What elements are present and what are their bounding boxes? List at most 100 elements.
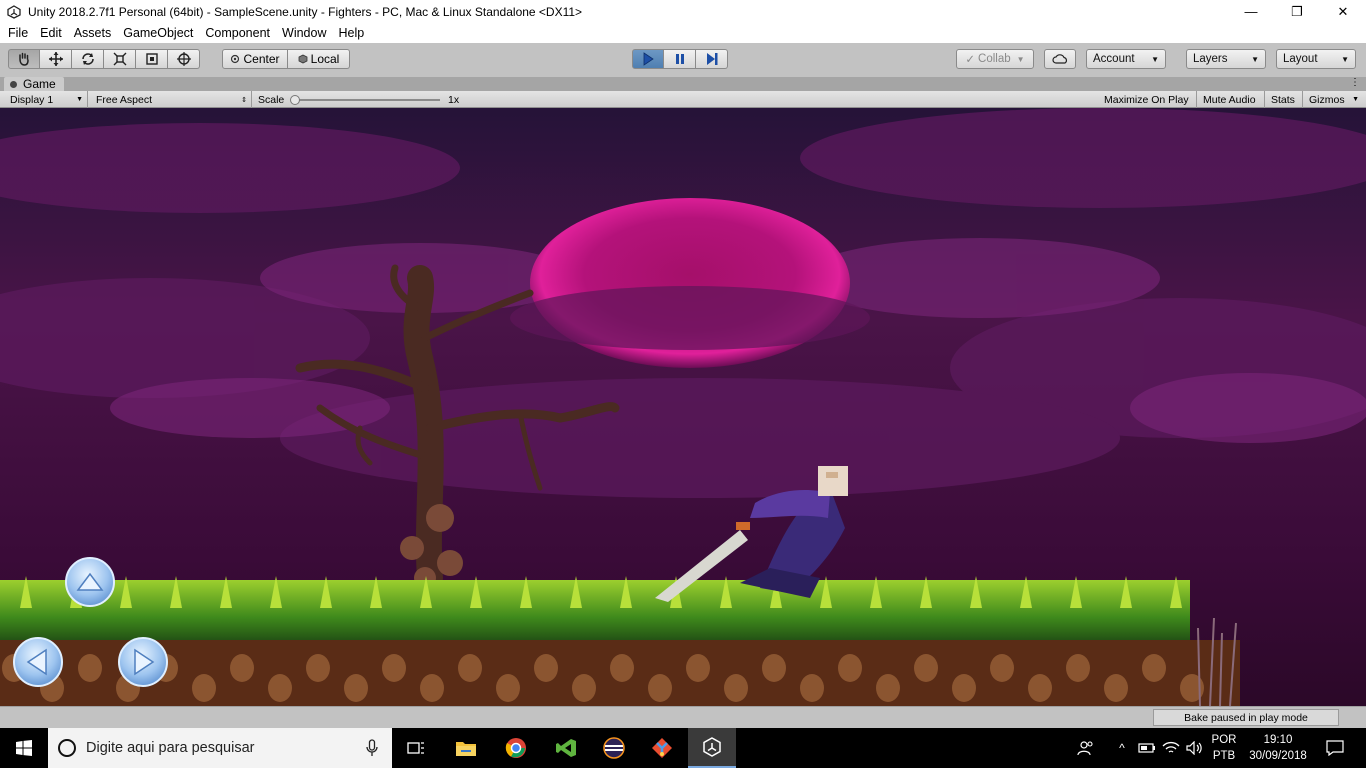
dirt-skull — [192, 674, 216, 702]
mute-audio-toggle[interactable]: Mute Audio — [1197, 91, 1265, 108]
play-controls — [632, 49, 728, 69]
task-view-icon — [407, 742, 424, 754]
visual-studio-button[interactable] — [542, 728, 590, 768]
dirt-skull — [1066, 654, 1090, 682]
menu-window[interactable]: Window — [276, 26, 332, 40]
network-button[interactable] — [1160, 728, 1182, 768]
menu-bar: File Edit Assets GameObject Component Wi… — [0, 23, 1366, 43]
menu-edit[interactable]: Edit — [34, 26, 68, 40]
game-viewport[interactable] — [0, 108, 1366, 706]
dirt-skull — [420, 674, 444, 702]
layout-dropdown[interactable]: Layout ▼ — [1276, 49, 1356, 69]
taskbar-search[interactable]: Digite aqui para pesquisar — [48, 728, 392, 768]
pivot-center-button[interactable]: Center — [222, 49, 288, 69]
menu-component[interactable]: Component — [199, 26, 276, 40]
display-chevron-icon: ▼ — [76, 96, 83, 103]
people-icon — [1077, 741, 1093, 756]
task-view-button[interactable] — [392, 728, 440, 768]
system-clock[interactable]: 19:10 30/09/2018 — [1244, 732, 1312, 766]
wifi-icon — [1162, 741, 1180, 753]
git-icon — [652, 738, 672, 758]
battery-button[interactable] — [1136, 728, 1158, 768]
gizmos-toggle[interactable]: Gizmos ▼ — [1303, 91, 1363, 108]
scale-slider-track[interactable] — [294, 99, 440, 101]
right-arrow-button[interactable] — [118, 637, 168, 687]
unity-taskbar-button[interactable] — [688, 728, 736, 768]
menu-file[interactable]: File — [2, 26, 34, 40]
collab-label: Collab — [978, 53, 1011, 65]
tab-game[interactable]: Game — [4, 77, 64, 91]
transform-tool-button[interactable] — [168, 49, 200, 69]
menu-assets[interactable]: Assets — [68, 26, 118, 40]
transform-tools — [8, 49, 200, 69]
main-toolbar: Center Local ✓ Collab ▼ Account ▼ Layers… — [0, 43, 1366, 77]
account-label: Account — [1093, 53, 1135, 65]
input-language[interactable]: POR PTB — [1206, 732, 1242, 766]
step-icon — [706, 53, 717, 65]
speaker-icon — [1186, 741, 1202, 755]
gizmos-chevron-icon: ▼ — [1352, 96, 1359, 103]
unity-logo-icon — [6, 4, 22, 20]
window-title: Unity 2018.2.7f1 Personal (64bit) - Samp… — [28, 4, 583, 19]
start-button[interactable] — [0, 728, 48, 768]
account-chevron-down-icon: ▼ — [1151, 54, 1159, 64]
layers-dropdown[interactable]: Layers ▼ — [1186, 49, 1266, 69]
cloud-button[interactable] — [1044, 49, 1076, 69]
pivot-center-icon — [231, 54, 240, 64]
dirt-skull — [952, 674, 976, 702]
stats-toggle[interactable]: Stats — [1265, 91, 1303, 108]
up-arrow-button[interactable] — [65, 557, 115, 607]
clock-date: 30/09/2018 — [1249, 750, 1307, 762]
visual-studio-icon — [556, 739, 576, 757]
menu-gameobject[interactable]: GameObject — [117, 26, 199, 40]
action-center-button[interactable] — [1320, 728, 1350, 768]
dirt-skull — [1142, 654, 1166, 682]
unity-icon — [703, 737, 721, 757]
step-button[interactable] — [696, 49, 728, 69]
maximize-button[interactable]: ❐ — [1274, 0, 1320, 23]
scale-tool-button[interactable] — [104, 49, 136, 69]
title-bar: Unity 2018.2.7f1 Personal (64bit) - Samp… — [0, 0, 1366, 23]
account-dropdown[interactable]: Account ▼ — [1086, 49, 1166, 69]
minimize-button[interactable]: — — [1228, 0, 1274, 23]
hand-tool-button[interactable] — [8, 49, 40, 69]
volume-button[interactable] — [1184, 728, 1206, 768]
game-tab-icon — [10, 80, 17, 88]
dirt-skull — [78, 654, 102, 682]
rotate-tool-icon — [81, 53, 94, 65]
show-hidden-icons-button[interactable]: ^ — [1112, 728, 1132, 768]
pivot-center-label: Center — [243, 52, 280, 66]
left-arrow-button[interactable] — [13, 637, 63, 687]
rect-tool-button[interactable] — [136, 49, 168, 69]
dirt-skull — [876, 674, 900, 702]
notification-icon — [1326, 740, 1344, 756]
chrome-button[interactable] — [492, 728, 540, 768]
rotate-tool-button[interactable] — [72, 49, 104, 69]
chrome-icon — [505, 738, 526, 758]
display-dropdown[interactable]: Display 1 ▼ — [4, 91, 88, 108]
pivot-local-button[interactable]: Local — [288, 49, 350, 69]
aspect-dropdown[interactable]: Free Aspect ⇕ — [90, 91, 252, 108]
close-button[interactable]: ✕ — [1320, 0, 1366, 23]
git-button[interactable] — [638, 728, 686, 768]
moon-cloud-band — [510, 286, 870, 350]
collab-dropdown[interactable]: ✓ Collab ▼ — [956, 49, 1034, 69]
bake-status: Bake paused in play mode — [1153, 709, 1339, 726]
layers-label: Layers — [1193, 53, 1228, 65]
menu-help[interactable]: Help — [332, 26, 370, 40]
dirt-skull — [230, 654, 254, 682]
aspect-chevron-icon: ⇕ — [241, 96, 247, 104]
move-tool-button[interactable] — [40, 49, 72, 69]
maximize-on-play-toggle[interactable]: Maximize On Play — [1098, 91, 1197, 108]
people-button[interactable] — [1074, 728, 1098, 768]
microphone-icon[interactable] — [366, 739, 378, 757]
tab-menu-icon[interactable]: ⋮ — [1350, 77, 1360, 88]
dirt-skull — [724, 674, 748, 702]
hand-tool-icon — [19, 52, 29, 66]
pause-button[interactable] — [664, 49, 696, 69]
eclipse-button[interactable] — [590, 728, 638, 768]
dirt-skull — [458, 654, 482, 682]
scale-slider-knob[interactable] — [290, 95, 300, 105]
play-button[interactable] — [632, 49, 664, 69]
file-explorer-button[interactable] — [442, 728, 490, 768]
